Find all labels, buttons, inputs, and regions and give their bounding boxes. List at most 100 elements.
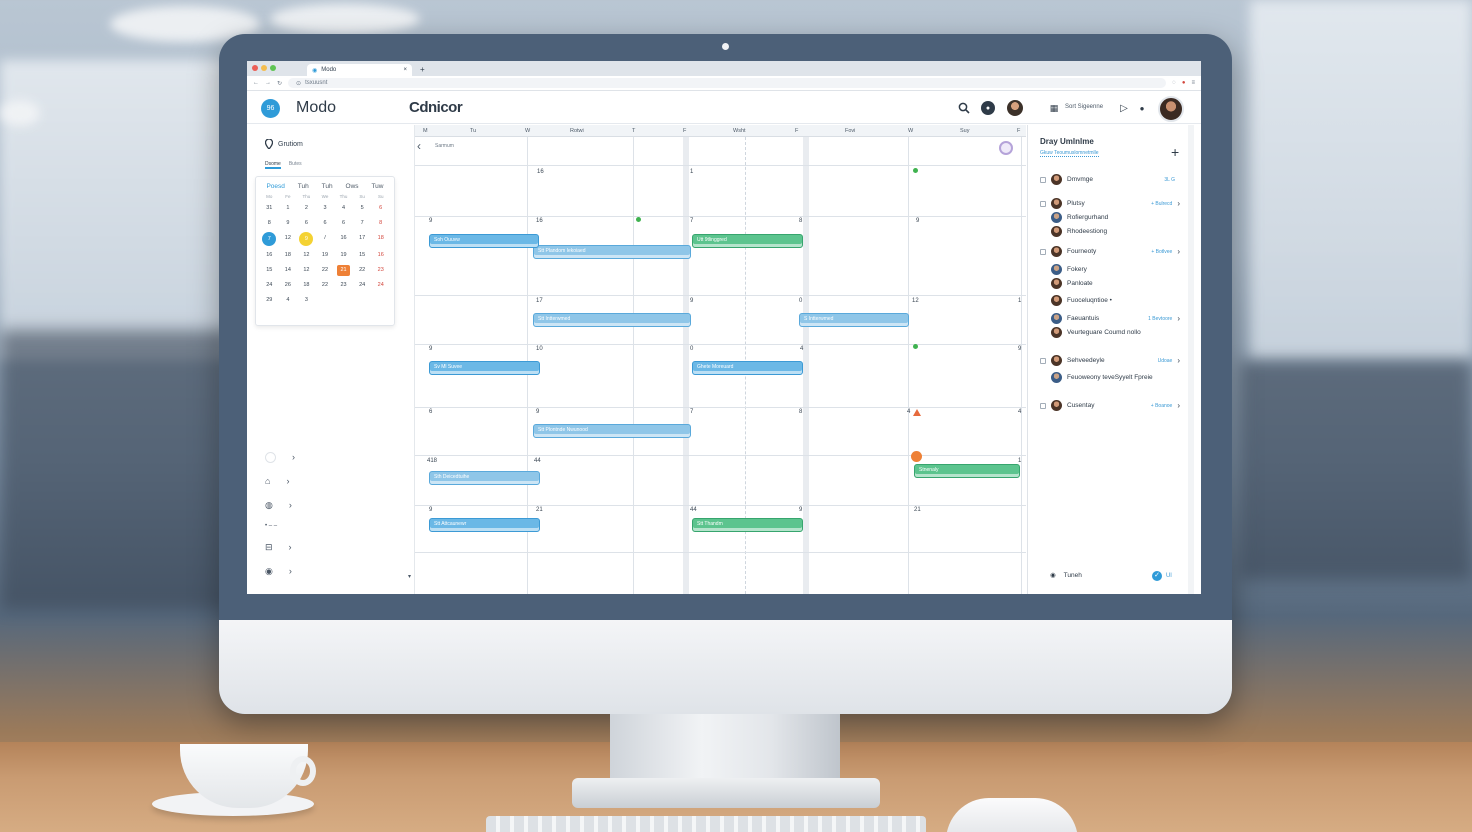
day-number[interactable]: 7 — [690, 218, 693, 224]
mini-calendar-day[interactable]: 14 — [279, 265, 298, 276]
calendar-event[interactable]: S Intterwmed — [799, 313, 909, 327]
day-number[interactable]: 9 — [429, 346, 432, 352]
day-number[interactable]: 7 — [690, 409, 693, 415]
mini-calendar-day[interactable]: 3 — [297, 295, 316, 306]
mini-calendar-header-label[interactable]: Poesd — [266, 183, 284, 190]
calendar-event[interactable]: Sv Ml Suvee — [429, 361, 540, 375]
day-number[interactable]: 9 — [916, 218, 919, 224]
user-list-item[interactable]: Plutsy + Bulrecd › — [1040, 198, 1180, 209]
day-number[interactable]: 44 — [690, 507, 697, 513]
day-number[interactable]: 4 — [1018, 409, 1021, 415]
mini-calendar-day[interactable]: 6 — [297, 218, 316, 229]
mini-calendar-day[interactable]: 9 — [279, 218, 298, 229]
day-number[interactable]: 8 — [799, 409, 802, 415]
user-list-item[interactable]: Panloate — [1040, 278, 1180, 289]
calendar-event[interactable]: Utt 9tlinggred — [692, 234, 803, 248]
reload-icon[interactable]: ↻ — [277, 80, 282, 87]
day-number[interactable]: 21 — [536, 507, 543, 513]
calendar-event[interactable]: Stnenaly — [914, 464, 1020, 478]
maximize-window-icon[interactable] — [270, 65, 276, 71]
mini-calendar-day[interactable]: 12 — [297, 250, 316, 261]
user-list-item[interactable]: Dmvmge 3L G — [1040, 174, 1180, 185]
mini-calendar-day[interactable]: 22 — [316, 265, 335, 276]
mini-calendar-header-label[interactable]: Tuw — [371, 183, 383, 190]
day-number[interactable]: 9 — [429, 218, 432, 224]
scroll-down-icon[interactable]: ▾ — [408, 573, 411, 580]
day-number[interactable]: 8 — [799, 218, 802, 224]
sidebar-item[interactable]: ◉ › — [265, 559, 325, 583]
search-icon[interactable] — [957, 101, 971, 115]
mini-calendar-day[interactable]: 6 — [334, 218, 353, 229]
calendar-event[interactable]: Stt Plandom Iekoiaed — [533, 245, 691, 259]
mini-calendar-day[interactable]: 6 — [371, 203, 390, 214]
mini-calendar-day[interactable]: 7 — [262, 232, 277, 246]
user-list-item[interactable]: Feuoweony teveSyyelt Fpreie — [1040, 372, 1180, 383]
user-list-item[interactable]: Fuoceluqntioe • — [1040, 295, 1180, 306]
mini-calendar-day[interactable]: 24 — [353, 280, 372, 291]
calendar-event[interactable]: Stt Attcaunewr — [429, 518, 540, 532]
day-number[interactable]: 1 — [1018, 298, 1021, 304]
app-logo-icon[interactable]: 96 — [261, 99, 280, 118]
grid-icon[interactable]: ▦ — [1047, 101, 1061, 115]
day-number[interactable]: 44 — [534, 458, 541, 464]
header-action-label[interactable]: Sort Sigeenne — [1065, 104, 1103, 110]
user-avatar-small[interactable] — [1007, 100, 1023, 116]
user-list-item[interactable]: Fokery — [1040, 264, 1180, 275]
day-number[interactable]: 9 — [690, 298, 693, 304]
calendar-event[interactable]: Stt Plontnde Nwunood — [533, 424, 691, 438]
panel-scrollbar[interactable] — [1188, 125, 1194, 594]
browser-tab[interactable]: ◉ Modo × — [307, 64, 412, 76]
user-list-item[interactable]: Fourneoty + Botlvee › — [1040, 246, 1180, 257]
checkbox[interactable] — [1040, 357, 1046, 364]
mini-calendar-day[interactable]: 18 — [371, 233, 390, 244]
day-number[interactable]: 9 — [799, 507, 802, 513]
day-number[interactable]: 16 — [537, 169, 544, 175]
day-number[interactable]: 1 — [690, 169, 693, 175]
mini-calendar-day[interactable]: 1 — [279, 203, 298, 214]
day-number[interactable]: 418 — [427, 458, 437, 464]
sidebar-item[interactable]: ◍ › — [265, 493, 325, 517]
mini-calendar-day[interactable]: 16 — [371, 250, 390, 261]
checkbox[interactable] — [1040, 200, 1046, 207]
back-icon[interactable]: ← — [253, 80, 259, 86]
user-list-item[interactable]: Rofiergurhand — [1040, 212, 1180, 223]
checkbox[interactable] — [1040, 402, 1046, 409]
sidebar-item[interactable]: ⊟ › — [265, 535, 325, 559]
calendar-event[interactable]: Sth Deicedtuihe — [429, 471, 540, 485]
profile-icon[interactable]: ● — [1182, 80, 1186, 86]
subtab[interactable]: Butes — [289, 161, 302, 169]
alert-badge[interactable] — [911, 451, 922, 462]
day-number[interactable]: 6 — [429, 409, 432, 415]
checkbox[interactable] — [1040, 176, 1046, 183]
mini-calendar-day[interactable]: 31 — [260, 203, 279, 214]
mini-calendar-day[interactable]: 18 — [279, 250, 298, 261]
status-dot-icon[interactable]: ● — [1135, 101, 1149, 115]
calendar-event[interactable]: Ghete Moreuard — [692, 361, 803, 375]
mini-calendar-day[interactable]: 22 — [353, 265, 372, 276]
day-number[interactable]: 9 — [429, 507, 432, 513]
brand-name[interactable]: Modo — [296, 99, 336, 117]
day-number[interactable]: 17 — [536, 298, 543, 304]
subtab[interactable]: Dsome — [265, 161, 281, 169]
day-number[interactable]: 21 — [914, 507, 921, 513]
mini-calendar-day[interactable]: 4 — [334, 203, 353, 214]
mini-calendar-day[interactable]: 12 — [297, 265, 316, 276]
panel-footer-left[interactable]: ◉ Tuneh — [1050, 571, 1082, 580]
close-window-icon[interactable] — [252, 65, 258, 71]
mini-calendar-header-label[interactable]: Ows — [346, 183, 359, 190]
mini-calendar-day[interactable]: 17 — [353, 233, 372, 244]
mini-calendar-day[interactable]: 9 — [299, 232, 314, 246]
mini-calendar-day[interactable]: 24 — [371, 280, 390, 291]
mini-calendar-day[interactable]: 5 — [353, 203, 372, 214]
mini-calendar-day[interactable]: 23 — [334, 280, 353, 291]
calendar-event[interactable]: Stt Intterwmed — [533, 313, 691, 327]
mini-calendar-day[interactable]: 15 — [353, 250, 372, 261]
mini-calendar-day[interactable]: 26 — [279, 280, 298, 291]
mini-calendar-day[interactable]: 12 — [279, 233, 298, 244]
add-icon[interactable]: + — [1171, 144, 1179, 160]
sidebar-item[interactable]: ⌂ › — [265, 469, 325, 493]
user-list-item[interactable]: Cusentay + Boanoe › — [1040, 400, 1180, 411]
mini-calendar-day[interactable]: 24 — [260, 280, 279, 291]
mini-calendar-day[interactable] — [353, 295, 372, 306]
day-number[interactable]: 0 — [799, 298, 802, 304]
